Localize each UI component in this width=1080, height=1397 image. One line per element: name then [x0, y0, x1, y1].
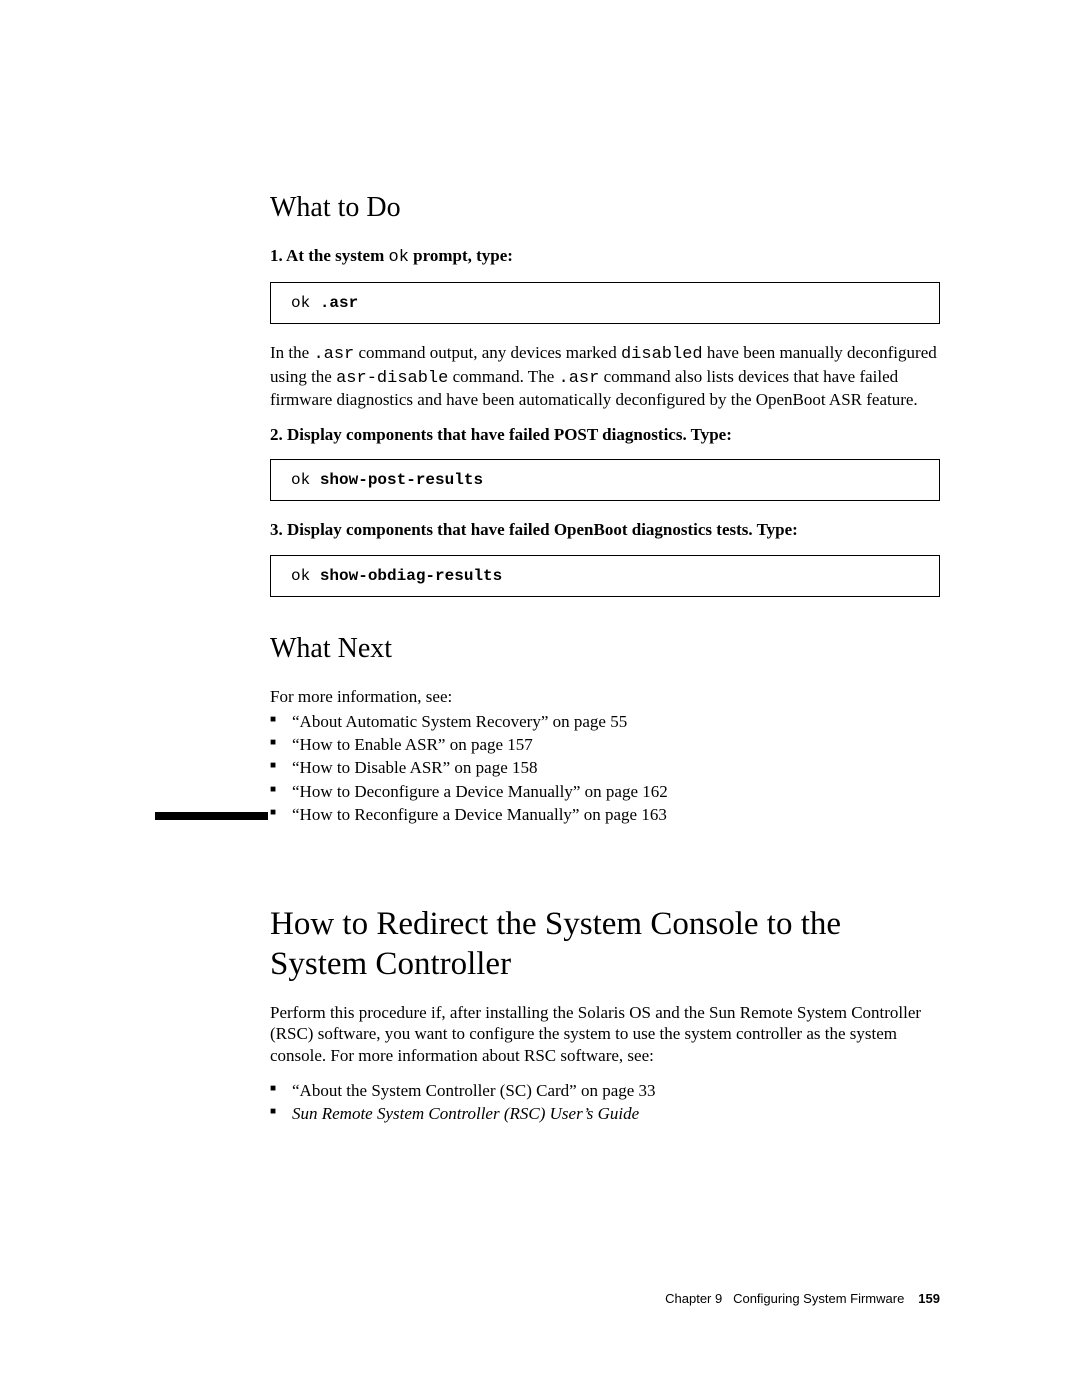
footer-chapter: Chapter 9 — [665, 1291, 722, 1306]
code-cmd-obdiag: show-obdiag-results — [320, 567, 502, 585]
code-block-post: ok show-post-results — [270, 459, 940, 501]
what-next-intro: For more information, see: — [270, 686, 940, 707]
step-1: 1. At the system ok prompt, type: — [270, 245, 940, 268]
section-heading-redirect: How to Redirect the System Console to th… — [270, 905, 940, 984]
step-1-prefix: 1. At the system — [270, 246, 389, 265]
list-item: “How to Disable ASR” on page 158 — [270, 757, 940, 778]
code-cmd-asr: .asr — [320, 294, 358, 312]
inline-code: asr-disable — [336, 369, 448, 388]
footer-title: Configuring System Firmware — [733, 1291, 904, 1306]
code-cmd-post: show-post-results — [320, 471, 483, 489]
inline-code: .asr — [313, 345, 354, 364]
list-item: “How to Deconfigure a Device Manually” o… — [270, 781, 940, 802]
text: command. The — [448, 367, 558, 386]
subsection-heading-what-next: What Next — [270, 631, 940, 666]
code-prompt: ok — [291, 471, 320, 489]
list-item: “How to Enable ASR” on page 157 — [270, 734, 940, 755]
inline-code: .asr — [559, 369, 600, 388]
list-item: Sun Remote System Controller (RSC) User’… — [270, 1103, 940, 1124]
footer-page-number: 159 — [918, 1291, 940, 1306]
text: In the — [270, 343, 313, 362]
list-item: “About Automatic System Recovery” on pag… — [270, 711, 940, 732]
code-block-asr: ok .asr — [270, 282, 940, 324]
step-1-suffix: prompt, type: — [409, 246, 513, 265]
section-rule-icon — [155, 812, 268, 820]
step-3: 3. Display components that have failed O… — [270, 519, 940, 540]
code-prompt: ok — [291, 567, 320, 585]
step-2: 2. Display components that have failed P… — [270, 424, 940, 445]
subsection-heading-what-to-do: What to Do — [270, 190, 940, 225]
list-item: “How to Reconfigure a Device Manually” o… — [270, 804, 940, 825]
redirect-intro: Perform this procedure if, after install… — [270, 1002, 940, 1066]
inline-code: disabled — [621, 345, 703, 364]
italic-ref: Sun Remote System Controller (RSC) User’… — [292, 1104, 639, 1123]
page-footer: Chapter 9 Configuring System Firmware 159 — [665, 1291, 940, 1307]
code-prompt: ok — [291, 294, 320, 312]
page: What to Do 1. At the system ok prompt, t… — [0, 0, 1080, 1397]
redirect-list: “About the System Controller (SC) Card” … — [270, 1080, 940, 1125]
paragraph-asr-explain: In the .asr command output, any devices … — [270, 342, 940, 410]
code-block-obdiag: ok show-obdiag-results — [270, 555, 940, 597]
list-item: “About the System Controller (SC) Card” … — [270, 1080, 940, 1101]
inline-code-ok: ok — [389, 248, 409, 267]
what-next-list: “About Automatic System Recovery” on pag… — [270, 711, 940, 825]
text: command output, any devices marked — [354, 343, 621, 362]
